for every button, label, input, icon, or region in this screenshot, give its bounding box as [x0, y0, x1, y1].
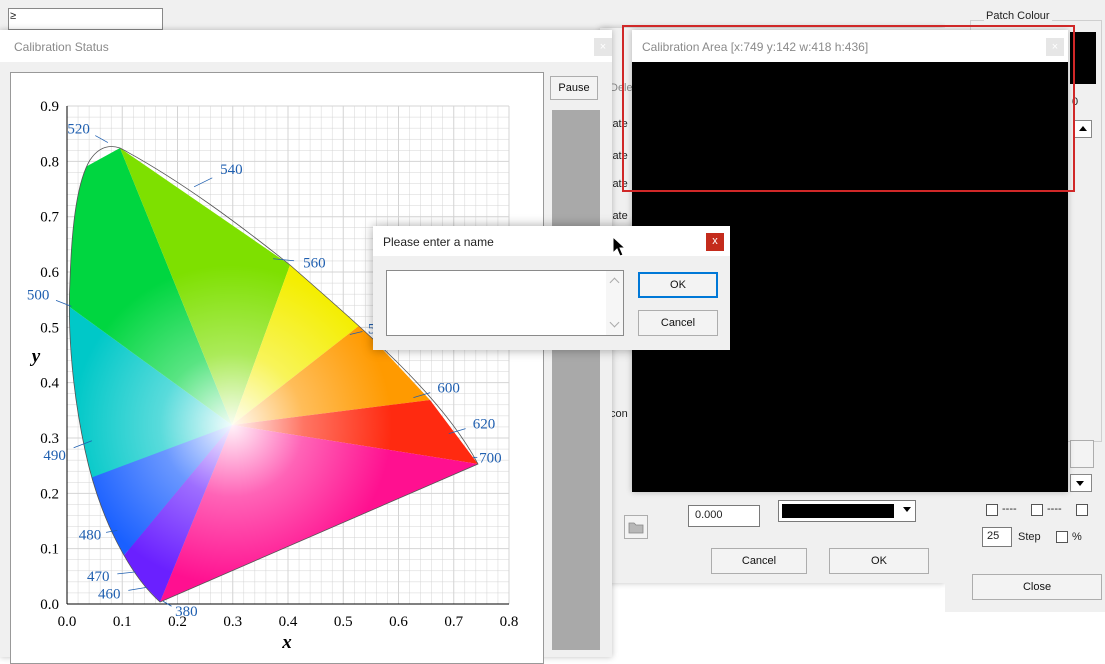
- y-tick-label: 0.1: [40, 542, 59, 558]
- dash-label-1: ----: [1002, 503, 1017, 515]
- chevron-down-icon: [903, 507, 911, 512]
- dash-label-2: ----: [1047, 503, 1062, 515]
- checkbox-2[interactable]: [1031, 504, 1043, 516]
- name-dialog-title: Please enter a name: [383, 235, 494, 249]
- x-tick-label: 0.8: [500, 614, 519, 630]
- value-field[interactable]: 0.000: [688, 505, 760, 527]
- y-tick-label: 0.6: [40, 265, 59, 281]
- highlight-rectangle: [622, 25, 1075, 192]
- y-tick-label: 0.9: [40, 99, 59, 115]
- step-label: Step: [1018, 531, 1041, 543]
- patch-dropdown[interactable]: [1070, 474, 1092, 492]
- wavelength-label: 560: [303, 256, 326, 272]
- peek-label-6: con: [610, 408, 628, 420]
- x-tick-label: 0.4: [279, 614, 298, 630]
- scroll-down-icon: [609, 317, 620, 328]
- checkbox-3[interactable]: [1076, 504, 1088, 516]
- wavelength-label: 540: [220, 162, 243, 178]
- y-tick-label: 0.7: [40, 210, 59, 226]
- name-dialog: Please enter a name x OK Cancel: [373, 226, 730, 350]
- cancel-button[interactable]: Cancel: [711, 548, 807, 574]
- wavelength-label: 470: [87, 569, 110, 585]
- x-axis-label: x: [281, 632, 292, 653]
- close-button[interactable]: Close: [972, 574, 1102, 600]
- wavelength-label: 380: [175, 604, 198, 620]
- x-tick-label: 0.1: [113, 614, 132, 630]
- y-tick-label: 0.3: [40, 431, 59, 447]
- wavelength-label: 500: [27, 287, 50, 303]
- wavelength-tick: [193, 177, 213, 188]
- wavelength-label: 460: [98, 586, 121, 602]
- x-tick-label: 0.7: [444, 614, 463, 630]
- wavelength-tick: [128, 587, 147, 591]
- patch-colour-title: Patch Colour: [984, 10, 1052, 22]
- ok-button[interactable]: OK: [638, 272, 718, 298]
- name-input[interactable]: [386, 270, 624, 336]
- percent-checkbox[interactable]: [1056, 531, 1068, 543]
- cancel-button[interactable]: Cancel: [638, 310, 718, 336]
- wavelength-label: 600: [437, 381, 460, 397]
- y-axis-label: y: [30, 346, 41, 367]
- step-field[interactable]: 25: [982, 527, 1012, 547]
- y-tick-label: 0.0: [40, 597, 59, 613]
- y-tick-label: 0.4: [40, 376, 59, 392]
- wavelength-tick: [117, 571, 136, 575]
- browse-button[interactable]: [624, 515, 648, 539]
- y-tick-label: 0.5: [40, 320, 59, 336]
- arrow-up-icon: [1079, 126, 1087, 131]
- input-scrollbar[interactable]: [606, 271, 623, 335]
- ok-button[interactable]: OK: [829, 548, 929, 574]
- wavelength-label: 480: [79, 527, 102, 543]
- patch-button[interactable]: [1070, 440, 1094, 468]
- scroll-up-button[interactable]: [1074, 120, 1092, 138]
- wavelength-label: 620: [473, 417, 496, 433]
- color-swatch-dropdown[interactable]: [778, 500, 916, 522]
- wavelength-label: 700: [479, 450, 502, 466]
- x-tick-label: 0.5: [334, 614, 353, 630]
- wavelength-label: 520: [67, 122, 90, 138]
- x-tick-label: 0.6: [389, 614, 408, 630]
- folder-icon: [628, 522, 644, 534]
- scroll-up-icon: [609, 277, 620, 288]
- checkbox-1[interactable]: [986, 504, 998, 516]
- x-tick-label: 0.0: [58, 614, 77, 630]
- x-tick-label: 0.3: [223, 614, 242, 630]
- name-dialog-titlebar: Please enter a name x: [373, 226, 730, 256]
- y-tick-label: 0.2: [40, 486, 59, 502]
- peek-label-5: late: [610, 210, 628, 222]
- y-tick-label: 0.8: [40, 154, 59, 170]
- mouse-cursor-icon: [612, 236, 627, 257]
- chevron-down-icon: [1076, 481, 1084, 486]
- close-icon[interactable]: x: [706, 233, 724, 251]
- percent-label: %: [1072, 531, 1082, 543]
- wavelength-label: 490: [43, 448, 66, 464]
- color-swatch: [782, 504, 894, 518]
